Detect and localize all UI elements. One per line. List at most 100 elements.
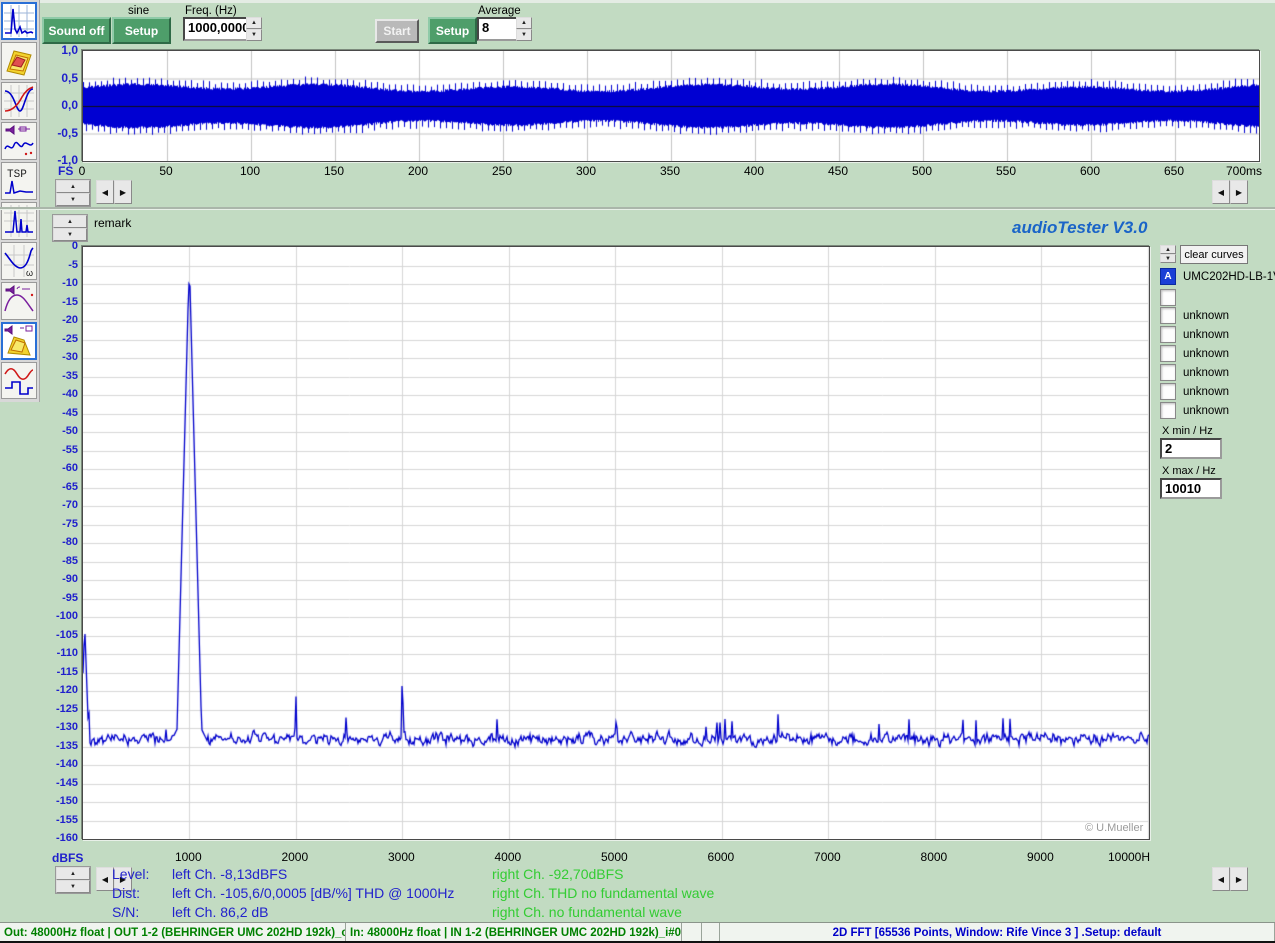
signal-generator-icon	[4, 366, 34, 396]
xmin-input[interactable]: 2	[1160, 438, 1222, 459]
curve-row	[1160, 289, 1275, 306]
fft-zoom-up-icon[interactable]: ▲	[56, 867, 90, 880]
curve-checkbox[interactable]	[1160, 402, 1176, 419]
fft-y-tick-label: -25	[44, 333, 78, 345]
freq-spin-up-icon[interactable]: ▲	[246, 17, 262, 29]
copyright-label: © U.Mueller	[1085, 822, 1143, 834]
fft-zoom-down-icon[interactable]: ▼	[56, 880, 90, 893]
fft-x-tick-label: 1000	[163, 850, 213, 864]
fft-x-end-label: 10000H	[1103, 850, 1155, 864]
fft-x-tick-label: 5000	[589, 850, 639, 864]
sidebar-icon-freq-response[interactable]	[1, 82, 37, 120]
wave-x-tick-label: 250	[482, 164, 522, 178]
svg-text:TSP: TSP	[7, 169, 27, 181]
average-spin-down-icon[interactable]: ▼	[516, 29, 532, 41]
curve-checkbox[interactable]	[1160, 289, 1176, 306]
sidebar-icon-impedance-omega[interactable]: ω	[1, 242, 37, 280]
curve-checkbox[interactable]	[1160, 383, 1176, 400]
start-button[interactable]: Start	[375, 19, 419, 43]
freq-spinner: ▲ ▼	[246, 17, 262, 41]
wave-scroll-left-icon[interactable]: ◀	[96, 180, 114, 204]
fft-scroll-right2-icon[interactable]: ▶	[1230, 867, 1248, 891]
curve-label: UMC202HD-LB-1Vp	[1183, 271, 1275, 283]
remark-spin-up-icon[interactable]: ▲	[53, 215, 87, 228]
level-label: Level:	[112, 866, 149, 882]
wave-x-end-label: 700ms	[1218, 164, 1270, 178]
wave-zoom-down-icon[interactable]: ▼	[56, 193, 90, 206]
wave-y-tick-label: 0,0	[40, 98, 78, 112]
generator-setup-button[interactable]: Setup	[112, 17, 171, 44]
sidebar-icon-fft-spectrum[interactable]	[1, 2, 37, 40]
fft-x-tick-label: 8000	[909, 850, 959, 864]
fft-y-tick-label: -125	[44, 703, 78, 715]
curve-checkbox[interactable]	[1160, 326, 1176, 343]
sound-off-button[interactable]: Sound off	[42, 17, 111, 44]
xmax-input[interactable]: 10010	[1160, 478, 1222, 499]
freq-input[interactable]: 1000,0000	[183, 17, 250, 41]
wave-zoom-up-icon[interactable]: ▲	[56, 180, 90, 193]
fft-x-tick-label: 6000	[696, 850, 746, 864]
fft-plot[interactable]	[82, 246, 1150, 840]
average-input[interactable]: 8	[477, 17, 520, 41]
waveform-plot[interactable]	[82, 50, 1260, 162]
fft-y-tick-label: -80	[44, 536, 78, 548]
curve-spin-down-icon[interactable]: ▼	[1160, 254, 1176, 263]
fft-spectrum-icon	[4, 5, 34, 37]
level-right-value: right Ch. -92,70dBFS	[492, 866, 624, 882]
speaker-book-icon	[4, 325, 34, 357]
curve-label: unknown	[1183, 405, 1229, 417]
curve-checkbox[interactable]	[1160, 364, 1176, 381]
wave-scroll-right2-icon[interactable]: ▶	[1230, 180, 1248, 204]
fft-y-tick-label: -120	[44, 684, 78, 696]
generator-type-label: sine	[128, 5, 149, 17]
fft-y-tick-label: -85	[44, 555, 78, 567]
curve-row: A UMC202HD-LB-1Vp	[1160, 268, 1275, 285]
fft-y-tick-label: -15	[44, 296, 78, 308]
sidebar-icon-tsp[interactable]: TSP	[1, 162, 37, 200]
wave-x-tick-label: 0	[62, 164, 102, 178]
wave-x-tick-label: 150	[314, 164, 354, 178]
curve-checkbox[interactable]	[1160, 307, 1176, 324]
curve-checkbox-active[interactable]: A	[1160, 268, 1176, 285]
fft-y-tick-label: -145	[44, 777, 78, 789]
fft-y-tick-label: -90	[44, 573, 78, 585]
fft-y-tick-label: -70	[44, 499, 78, 511]
average-spinner: ▲ ▼	[516, 17, 532, 41]
analyzer-setup-button[interactable]: Setup	[428, 17, 477, 44]
waveform-x-scroll-left-arrows: ◀ ▶	[96, 180, 132, 204]
dbfs-unit-label: dBFS	[52, 851, 83, 865]
curve-checkbox[interactable]	[1160, 345, 1176, 362]
curve-row: unknown	[1160, 402, 1275, 419]
freq-spin-down-icon[interactable]: ▼	[246, 29, 262, 41]
wave-x-tick-label: 100	[230, 164, 270, 178]
sidebar-icon-speaker-response[interactable]	[1, 282, 37, 320]
wave-scroll-left2-icon[interactable]: ◀	[1212, 180, 1230, 204]
wave-x-tick-label: 400	[734, 164, 774, 178]
fft-x-tick-label: 3000	[376, 850, 426, 864]
status-bar: Out: 48000Hz float | OUT 1-2 (BEHRINGER …	[0, 922, 1275, 942]
app-title: audioTester V3.0	[1012, 218, 1147, 238]
sidebar-icon-waterfall-3d[interactable]	[1, 42, 37, 80]
fft-scroll-left2-icon[interactable]: ◀	[1212, 867, 1230, 891]
freq-response-icon	[4, 85, 34, 117]
remark-label[interactable]: remark	[94, 216, 131, 230]
sidebar-icon-signal-generator[interactable]	[1, 362, 37, 399]
wave-scroll-right-icon[interactable]: ▶	[114, 180, 132, 204]
average-spin-up-icon[interactable]: ▲	[516, 17, 532, 29]
dist-left-value: left Ch. -105,6/0,0005 [dB/%] THD @ 1000…	[172, 885, 454, 901]
sidebar-icon-speaker-book[interactable]	[1, 322, 37, 360]
waveform-canvas[interactable]	[83, 51, 1259, 161]
fft-y-tick-label: -135	[44, 740, 78, 752]
curve-row: unknown	[1160, 326, 1275, 343]
fft-y-tick-label: -100	[44, 610, 78, 622]
curve-row: unknown	[1160, 383, 1275, 400]
sidebar-icon-speaker-measure[interactable]	[1, 122, 37, 160]
fft-y-tick-label: -75	[44, 518, 78, 530]
fft-x-scroll-right-arrows: ◀ ▶	[1212, 867, 1248, 891]
curve-spin-up-icon[interactable]: ▲	[1160, 245, 1176, 254]
curve-row: unknown	[1160, 364, 1275, 381]
status-spacer-2	[702, 923, 720, 942]
clear-curves-button[interactable]: clear curves	[1180, 245, 1248, 264]
fft-canvas[interactable]	[83, 247, 1149, 839]
wave-y-tick-label: 1,0	[40, 43, 78, 57]
